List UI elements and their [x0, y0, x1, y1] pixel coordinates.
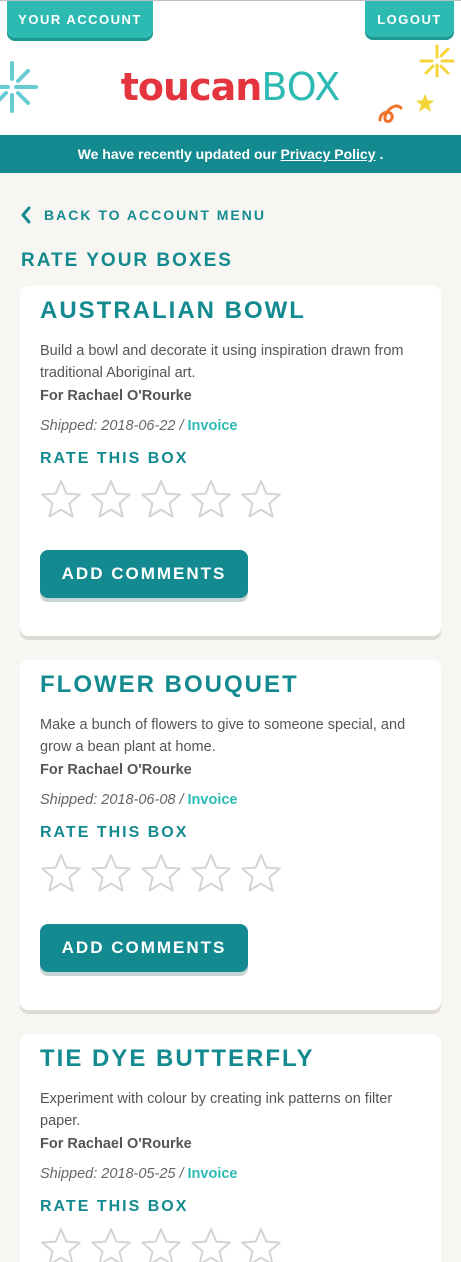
star-rating	[40, 478, 421, 520]
banner-text: We have recently updated our	[77, 146, 277, 162]
box-title: TIE DYE BUTTERFLY	[40, 1045, 315, 1072]
star-outline-icon[interactable]	[140, 852, 182, 894]
box-description: Build a bowl and decorate it using inspi…	[40, 343, 404, 381]
chevron-left-icon	[21, 206, 31, 224]
banner-suffix: .	[379, 146, 384, 162]
star-outline-icon[interactable]	[240, 1226, 282, 1262]
invoice-link[interactable]: Invoice	[188, 792, 238, 808]
star-outline-icon[interactable]	[240, 852, 282, 894]
logo-text-box: BOX	[261, 65, 341, 109]
box-description: Make a bunch of flowers to give to someo…	[40, 717, 406, 755]
star-outline-icon[interactable]	[90, 478, 132, 520]
privacy-banner: We have recently updated our Privacy Pol…	[0, 135, 461, 173]
rate-this-box-label: RATE THIS BOX	[40, 1198, 189, 1215]
star-outline-icon[interactable]	[40, 852, 82, 894]
box-card: FLOWER BOUQUET Make a bunch of flowers t…	[20, 660, 441, 1010]
star-outline-icon[interactable]	[90, 852, 132, 894]
box-card: TIE DYE BUTTERFLY Experiment with colour…	[20, 1034, 441, 1262]
rate-this-box-label: RATE THIS BOX	[40, 450, 189, 467]
invoice-link[interactable]: Invoice	[188, 418, 238, 434]
toucanbox-logo[interactable]: toucanBOX	[0, 59, 461, 115]
star-outline-icon[interactable]	[140, 1226, 182, 1262]
star-outline-icon[interactable]	[240, 478, 282, 520]
box-title: FLOWER BOUQUET	[40, 671, 299, 698]
shipped-info: Shipped: 2018-06-08 / Invoice	[40, 792, 421, 808]
star-outline-icon[interactable]	[190, 478, 232, 520]
shipped-date: Shipped: 2018-06-08 /	[40, 792, 184, 808]
logo-text-toucan: toucan	[120, 65, 263, 109]
add-comments-button[interactable]: ADD COMMENTS	[40, 924, 248, 972]
back-to-account-menu-link[interactable]: BACK TO ACCOUNT MENU	[20, 206, 266, 224]
star-rating	[40, 852, 421, 894]
star-outline-icon[interactable]	[40, 1226, 82, 1262]
box-recipient: For Rachael O'Rourke	[40, 1136, 192, 1152]
shipped-info: Shipped: 2018-06-22 / Invoice	[40, 418, 421, 434]
site-header: YOUR ACCOUNT LOGOUT toucanBOX	[0, 0, 461, 135]
star-outline-icon[interactable]	[190, 852, 232, 894]
add-comments-button[interactable]: ADD COMMENTS	[40, 550, 248, 598]
box-description: Experiment with colour by creating ink p…	[40, 1091, 393, 1129]
page-title: RATE YOUR BOXES	[21, 250, 233, 271]
your-account-button[interactable]: YOUR ACCOUNT	[7, 1, 153, 38]
box-title: AUSTRALIAN BOWL	[40, 297, 306, 324]
privacy-policy-link[interactable]: Privacy Policy	[281, 146, 376, 162]
shipped-info: Shipped: 2018-05-25 / Invoice	[40, 1166, 421, 1182]
star-outline-icon[interactable]	[190, 1226, 232, 1262]
box-recipient: For Rachael O'Rourke	[40, 388, 192, 404]
back-link-label: BACK TO ACCOUNT MENU	[44, 207, 266, 223]
shipped-date: Shipped: 2018-06-22 /	[40, 418, 184, 434]
box-recipient: For Rachael O'Rourke	[40, 762, 192, 778]
box-card: AUSTRALIAN BOWL Build a bowl and decorat…	[20, 286, 441, 636]
invoice-link[interactable]: Invoice	[188, 1166, 238, 1182]
star-rating	[40, 1226, 421, 1262]
shipped-date: Shipped: 2018-05-25 /	[40, 1166, 184, 1182]
rate-this-box-label: RATE THIS BOX	[40, 824, 189, 841]
logout-button[interactable]: LOGOUT	[365, 1, 454, 37]
star-outline-icon[interactable]	[140, 478, 182, 520]
star-outline-icon[interactable]	[90, 1226, 132, 1262]
star-outline-icon[interactable]	[40, 478, 82, 520]
